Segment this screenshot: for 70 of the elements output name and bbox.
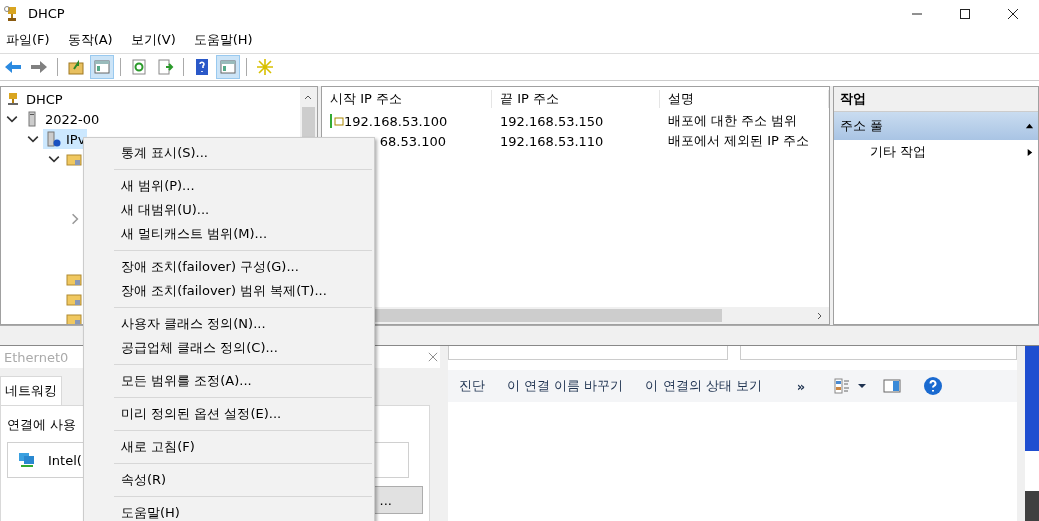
command-button[interactable]: 이 연결 이름 바꾸기 (496, 377, 635, 395)
preview-pane-icon[interactable] (883, 377, 902, 395)
menu-item[interactable]: 공급업체 클래스 정의(C)... (84, 336, 374, 360)
dialog-title: Ethernet0 (4, 349, 69, 365)
caret-icon[interactable] (857, 381, 868, 391)
range-icon (328, 113, 344, 129)
menu-item[interactable]: 장애 조치(failover) 구성(G)... (84, 255, 374, 279)
command-button[interactable]: 진단 (448, 377, 496, 395)
chevron-down-icon[interactable] (27, 133, 39, 145)
folder-icon (67, 58, 85, 76)
collapse-icon[interactable] (1025, 121, 1034, 131)
menu-item[interactable]: 도움말(H) (84, 501, 374, 521)
help-icon (193, 58, 211, 76)
menu-bar-item[interactable]: 동작(A) (67, 31, 113, 49)
menu-item[interactable]: 새 대범위(U)... (84, 198, 374, 222)
menu-item[interactable]: 새로 고침(F) (84, 435, 374, 459)
actions-header: 작업 (834, 87, 1038, 112)
command-button[interactable]: 이 연결의 상태 보기 (634, 377, 773, 395)
pane-icon (93, 58, 111, 76)
window-title: DHCP (28, 6, 65, 21)
menu-item[interactable]: 속성(R) (84, 468, 374, 492)
folder-icon (66, 151, 82, 167)
right-arrow-icon (30, 58, 48, 76)
tree-item[interactable]: 2022-00 (22, 109, 102, 129)
column-header[interactable]: 끝 IP 주소 (492, 90, 660, 108)
menu-item[interactable]: 장애 조치(failover) 범위 복제(T)... (84, 279, 374, 303)
action-item[interactable]: 기타 작업 (870, 143, 927, 161)
column-header[interactable]: 시작 IP 주소 (322, 90, 492, 108)
tab[interactable]: 네트워킹 (0, 376, 62, 405)
column-header[interactable]: 설명 (660, 90, 829, 108)
maximize-icon[interactable] (959, 7, 971, 20)
folder-icon (66, 311, 82, 324)
chevron-down-icon[interactable] (48, 153, 60, 165)
left-arrow-icon (4, 58, 22, 76)
view-options-icon[interactable] (833, 377, 852, 395)
tree-pane-button[interactable] (90, 55, 114, 79)
sparkle-icon (256, 58, 274, 76)
tree-item[interactable]: DHCP (3, 89, 65, 109)
help-icon[interactable] (923, 376, 944, 396)
chevron-down-icon[interactable] (6, 113, 18, 125)
menu-item[interactable]: 새 범위(P)... (84, 174, 374, 198)
table-cell-text: 68.53.100 (378, 133, 447, 149)
folder-icon (66, 271, 82, 287)
network-adapter-icon (18, 452, 36, 468)
menu-item[interactable]: 미리 정의된 옵션 설정(E)... (84, 402, 374, 426)
table-cell-text: 192.168.53.150 (499, 113, 605, 129)
search-field[interactable] (740, 346, 1017, 360)
table-cell-text: 192.168.53.110 (499, 133, 605, 149)
action-section[interactable]: 주소 풀 (834, 112, 1038, 140)
action-pane-button[interactable] (216, 55, 240, 79)
table-cell-text: 배포에서 제외된 IP 주소 (667, 132, 811, 150)
menu-item[interactable]: 사용자 클래스 정의(N)... (84, 312, 374, 336)
menu-item[interactable]: 모든 범위를 조정(A)... (84, 369, 374, 393)
menu-bar-item[interactable]: 파일(F) (6, 31, 50, 49)
chevron-right-icon[interactable] (69, 213, 81, 225)
table-cell-text: 배포에 대한 주소 범위 (667, 112, 799, 130)
submenu-arrow-icon (1025, 147, 1034, 157)
menu-bar-item[interactable]: 보기(V) (130, 31, 176, 49)
trophy-icon (5, 91, 21, 107)
field-label: 연결에 사용 (7, 416, 78, 434)
table-cell: 192.168.53.100 (322, 113, 492, 129)
menu-item[interactable]: 새 멀티캐스트 범위(M)... (84, 222, 374, 246)
pane-icon (219, 58, 237, 76)
refresh-icon (130, 58, 148, 76)
export-icon (156, 58, 174, 76)
more-commands-button[interactable]: » (772, 378, 818, 394)
close-icon[interactable] (1007, 7, 1019, 20)
menu-bar-item[interactable]: 도움말(H) (193, 31, 253, 49)
server-icon (45, 131, 61, 147)
folder-icon (66, 291, 82, 307)
